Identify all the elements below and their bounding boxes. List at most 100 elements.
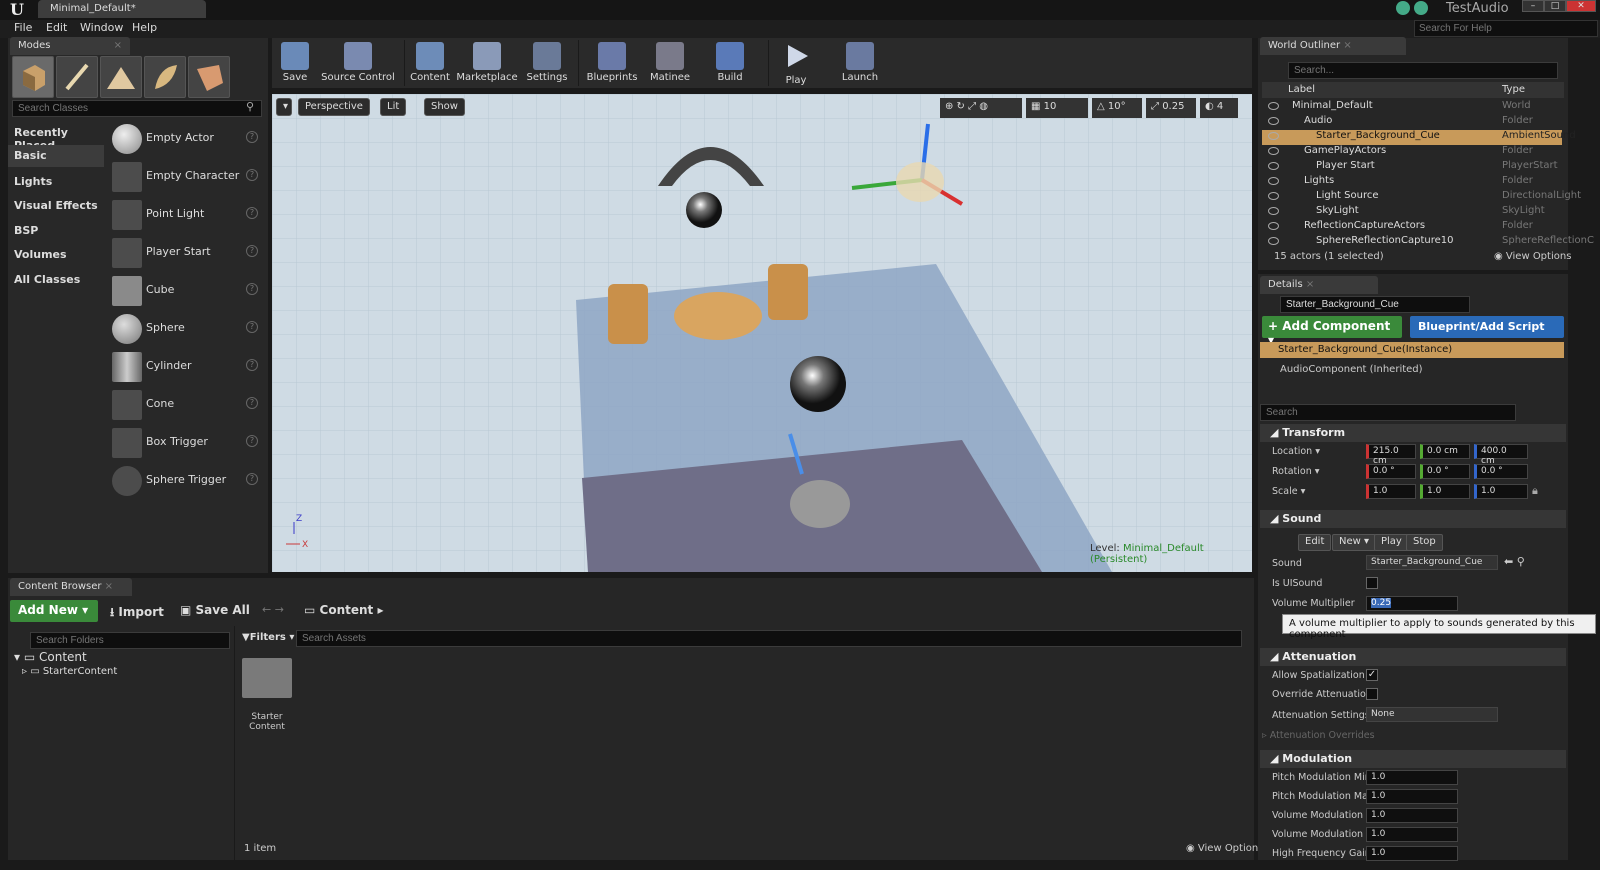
blueprint-add-script-button[interactable]: Blueprint/Add Script (1410, 316, 1564, 338)
menu-help[interactable]: Help (132, 21, 157, 34)
category-lights[interactable]: Lights (14, 175, 104, 188)
outliner-row[interactable]: Light Source DirectionalLight (1262, 190, 1581, 205)
maximize-button[interactable]: □ (1544, 0, 1566, 12)
eye-icon[interactable] (1268, 132, 1279, 140)
play-button[interactable]: Play (776, 38, 816, 88)
tree-content-root[interactable]: ▾ ▭ Content (14, 650, 87, 664)
outliner-row[interactable]: SkyLight SkyLight (1262, 205, 1562, 220)
search-classes-input[interactable] (12, 100, 262, 117)
lock-icon[interactable]: 🔒︎ (1532, 484, 1538, 498)
sound-asset-dropdown[interactable]: Starter_Background_Cue (1366, 555, 1498, 570)
save-all-button[interactable]: ▣ Save All (180, 603, 250, 617)
search-assets-input[interactable] (296, 630, 1242, 647)
lit-button[interactable]: Lit (380, 98, 407, 116)
play-sound-button[interactable]: Play (1374, 534, 1409, 551)
eye-icon[interactable] (1268, 117, 1279, 125)
outliner-row[interactable]: SphereReflectionCapture10 SphereReflectio… (1262, 235, 1594, 250)
outliner-search-input[interactable] (1288, 62, 1558, 79)
place-item-sphere[interactable]: Sphere? (110, 310, 262, 348)
stop-sound-button[interactable]: Stop (1406, 534, 1443, 551)
category-visual-effects[interactable]: Visual Effects (14, 199, 104, 212)
landscape-mode-button[interactable] (100, 56, 142, 98)
col-type[interactable]: Type (1502, 84, 1525, 95)
help-icon[interactable]: ? (246, 245, 258, 257)
place-item-empty-actor[interactable]: Empty Actor? (110, 120, 262, 158)
outliner-row[interactable]: Lights Folder (1262, 175, 1562, 190)
level-viewport[interactable]: Z X Level: Minimal_Default (Persistent) (272, 94, 1252, 572)
show-button[interactable]: Show (424, 98, 465, 116)
tab-world-outliner[interactable]: World Outliner × (1260, 37, 1406, 55)
allow-spatialization-checkbox[interactable]: ✓ (1366, 669, 1378, 681)
eye-icon[interactable] (1268, 162, 1279, 170)
eye-icon[interactable] (1268, 147, 1279, 155)
tab-content-browser[interactable]: Content Browser × (10, 578, 132, 596)
geometry-mode-button[interactable] (188, 56, 230, 98)
outliner-row[interactable]: ReflectionCaptureActors Folder (1262, 220, 1562, 235)
outliner-row[interactable]: Starter_Background_Cue AmbientSound (1262, 130, 1576, 145)
new-sound-button[interactable]: New ▾ (1332, 534, 1377, 551)
category-all-classes[interactable]: All Classes (14, 273, 104, 286)
location-z-field[interactable]: 400.0 cm (1474, 444, 1528, 466)
folder-icon[interactable] (242, 658, 292, 698)
camera-speed-button[interactable]: ◐ 4 (1200, 98, 1238, 118)
close-tab-icon[interactable]: × (114, 40, 122, 51)
outliner-row[interactable]: GamePlayActors Folder (1262, 145, 1562, 160)
section-modulation[interactable]: ◢ Modulation (1260, 750, 1566, 768)
search-folders-input[interactable] (30, 632, 230, 649)
outliner-row[interactable]: Minimal_Default World (1262, 100, 1562, 115)
save-button[interactable]: Save (276, 38, 314, 88)
modulation-field[interactable]: 1.0 (1366, 808, 1458, 823)
chat-icon[interactable] (1396, 1, 1410, 15)
is-ui-sound-checkbox[interactable] (1366, 577, 1378, 589)
viewport-options-button[interactable]: ▾ (276, 98, 292, 116)
help-icon[interactable]: ? (246, 283, 258, 295)
place-item-box-trigger[interactable]: Box Trigger? (110, 424, 262, 462)
modulation-field[interactable]: 1.0 (1366, 827, 1458, 842)
place-item-empty-character[interactable]: Empty Character? (110, 158, 262, 196)
minimize-button[interactable]: – (1522, 0, 1544, 12)
modulation-field[interactable]: 1.0 (1366, 789, 1458, 804)
filters-button[interactable]: ▼Filters ▾ (242, 632, 294, 643)
rotation-label[interactable]: Rotation ▾ (1272, 466, 1320, 477)
add-component-button[interactable]: + Add Component ▾ (1262, 316, 1402, 347)
place-item-point-light[interactable]: Point Light? (110, 196, 262, 234)
attenuation-overrides-row[interactable]: ▹ Attenuation Overrides (1262, 730, 1375, 741)
location-x-field[interactable]: 215.0 cm (1366, 444, 1416, 466)
close-tab-icon[interactable]: × (105, 581, 113, 592)
place-item-cube[interactable]: Cube? (110, 272, 262, 310)
scale-label[interactable]: Scale ▾ (1272, 486, 1305, 497)
outliner-row[interactable]: Player Start PlayerStart (1262, 160, 1562, 175)
rotation-y-field[interactable]: 0.0 ° (1420, 464, 1470, 479)
section-attenuation[interactable]: ◢ Attenuation (1260, 648, 1566, 666)
scale-z-field[interactable]: 1.0 (1474, 484, 1528, 499)
eye-icon[interactable] (1268, 177, 1279, 185)
rotation-z-field[interactable]: 0.0 ° (1474, 464, 1528, 479)
tree-starter-content[interactable]: ▹ ▭ StarterContent (22, 666, 117, 677)
foliage-mode-button[interactable] (144, 56, 186, 98)
launch-button[interactable]: Launch (838, 38, 882, 88)
tab-details[interactable]: Details × (1260, 276, 1378, 294)
category-volumes[interactable]: Volumes (14, 248, 104, 261)
section-transform[interactable]: ◢ Transform (1260, 424, 1566, 442)
matinee-button[interactable]: Matinee (646, 38, 694, 88)
tab-modes[interactable]: Modes × (10, 37, 130, 55)
eye-icon[interactable] (1268, 237, 1279, 245)
close-tab-icon[interactable]: × (1306, 279, 1314, 290)
audio-component-row[interactable]: AudioComponent (Inherited) (1280, 364, 1423, 375)
eye-icon[interactable] (1268, 207, 1279, 215)
use-selected-icon[interactable]: ⬅ ⚲ (1504, 555, 1525, 568)
scale-y-field[interactable]: 1.0 (1420, 484, 1470, 499)
blueprints-button[interactable]: Blueprints (584, 38, 640, 88)
location-label[interactable]: Location ▾ (1272, 446, 1320, 457)
path-breadcrumb[interactable]: ▭ Content ▸ (304, 603, 383, 617)
settings-button[interactable]: Settings (522, 38, 572, 88)
actor-name-input[interactable] (1280, 296, 1470, 313)
attenuation-settings-dropdown[interactable]: None (1366, 707, 1498, 722)
help-icon[interactable]: ? (246, 359, 258, 371)
menu-file[interactable]: File (14, 21, 32, 34)
place-item-player-start[interactable]: Player Start? (110, 234, 262, 272)
place-item-sphere-trigger[interactable]: Sphere Trigger? (110, 462, 262, 500)
paint-mode-button[interactable] (56, 56, 98, 98)
place-mode-button[interactable] (12, 56, 54, 98)
outliner-view-options[interactable]: ◉ View Options (1494, 251, 1571, 262)
